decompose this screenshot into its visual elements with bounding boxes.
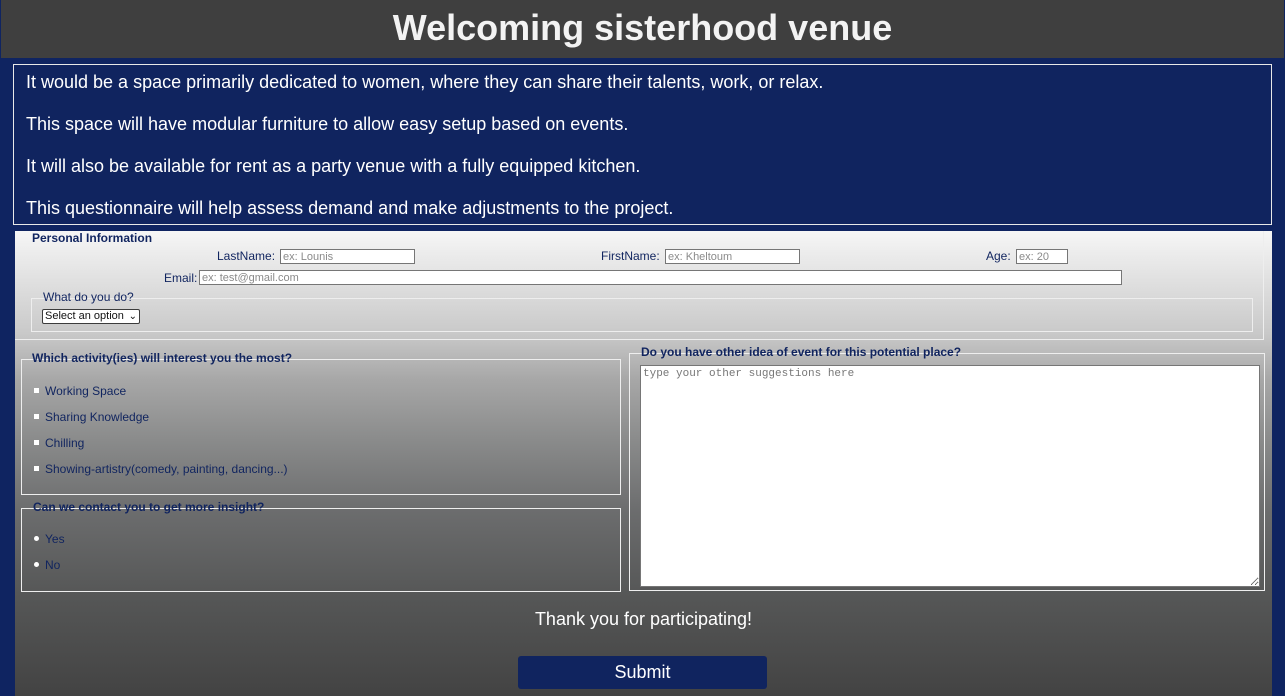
chevron-down-icon: ⌄ [128, 311, 137, 322]
intro-paragraph: It will also be available for rent as a … [26, 156, 641, 176]
firstname-label: FirstName: [601, 249, 660, 263]
page-title: Welcoming sisterhood venue [1, 0, 1284, 58]
activity-label: Sharing Knowledge [45, 410, 150, 424]
activity-option-showing-artistry[interactable]: Showing-artistry(comedy, painting, danci… [34, 462, 288, 476]
contact-option-no[interactable]: No [34, 558, 60, 572]
intro-paragraph: This space will have modular furniture t… [26, 114, 629, 134]
activity-option-sharing-knowledge[interactable]: Sharing Knowledge [34, 410, 149, 424]
suggestions-textarea[interactable] [640, 365, 1260, 587]
occupation-select[interactable]: Select an option ⌄ [42, 309, 140, 324]
activities-legend: Which activity(ies) will interest you th… [32, 351, 293, 365]
occupation-fieldset: What do you do? Select an option ⌄ [31, 290, 1253, 332]
personal-info-fieldset: Personal Information LastName: FirstName… [15, 231, 1264, 340]
personal-info-legend: Personal Information [32, 231, 153, 245]
age-input[interactable] [1016, 249, 1068, 264]
lastname-input[interactable] [280, 249, 415, 264]
ideas-legend: Do you have other idea of event for this… [641, 345, 962, 359]
lastname-label: LastName: [217, 249, 276, 263]
email-input[interactable] [199, 270, 1122, 285]
radio-icon[interactable] [34, 562, 39, 568]
activity-label: Chilling [45, 436, 85, 450]
email-label: Email: [164, 271, 198, 285]
activities-fieldset: Which activity(ies) will interest you th… [21, 351, 621, 495]
thank-you-text: Thank you for participating! [534, 609, 753, 629]
survey-form: Personal Information LastName: FirstName… [15, 231, 1272, 696]
submit-button[interactable]: Submit [518, 656, 767, 689]
contact-fieldset: Can we contact you to get more insight? … [21, 500, 621, 592]
intro-paragraph: This questionnaire will help assess dema… [26, 198, 674, 218]
checkbox-icon[interactable] [34, 440, 39, 446]
intro-paragraph: It would be a space primarily dedicated … [26, 72, 824, 92]
radio-icon[interactable] [34, 536, 39, 542]
activity-option-chilling[interactable]: Chilling [34, 436, 84, 450]
contact-option-yes[interactable]: Yes [34, 532, 65, 546]
contact-label: No [45, 558, 61, 572]
occupation-select-value: Select an option [45, 310, 124, 322]
contact-legend: Can we contact you to get more insight? [33, 500, 265, 514]
contact-label: Yes [45, 532, 65, 546]
ideas-fieldset: Do you have other idea of event for this… [629, 345, 1265, 591]
activity-option-working-space[interactable]: Working Space [34, 384, 126, 398]
checkbox-icon[interactable] [34, 414, 39, 420]
age-label: Age: [986, 249, 1011, 263]
firstname-input[interactable] [665, 249, 800, 264]
checkbox-icon[interactable] [34, 466, 39, 472]
activity-label: Working Space [45, 384, 127, 398]
occupation-legend: What do you do? [43, 290, 134, 304]
checkbox-icon[interactable] [34, 388, 39, 394]
activity-label: Showing-artistry(comedy, painting, danci… [45, 462, 288, 476]
intro-panel: It would be a space primarily dedicated … [13, 64, 1272, 225]
